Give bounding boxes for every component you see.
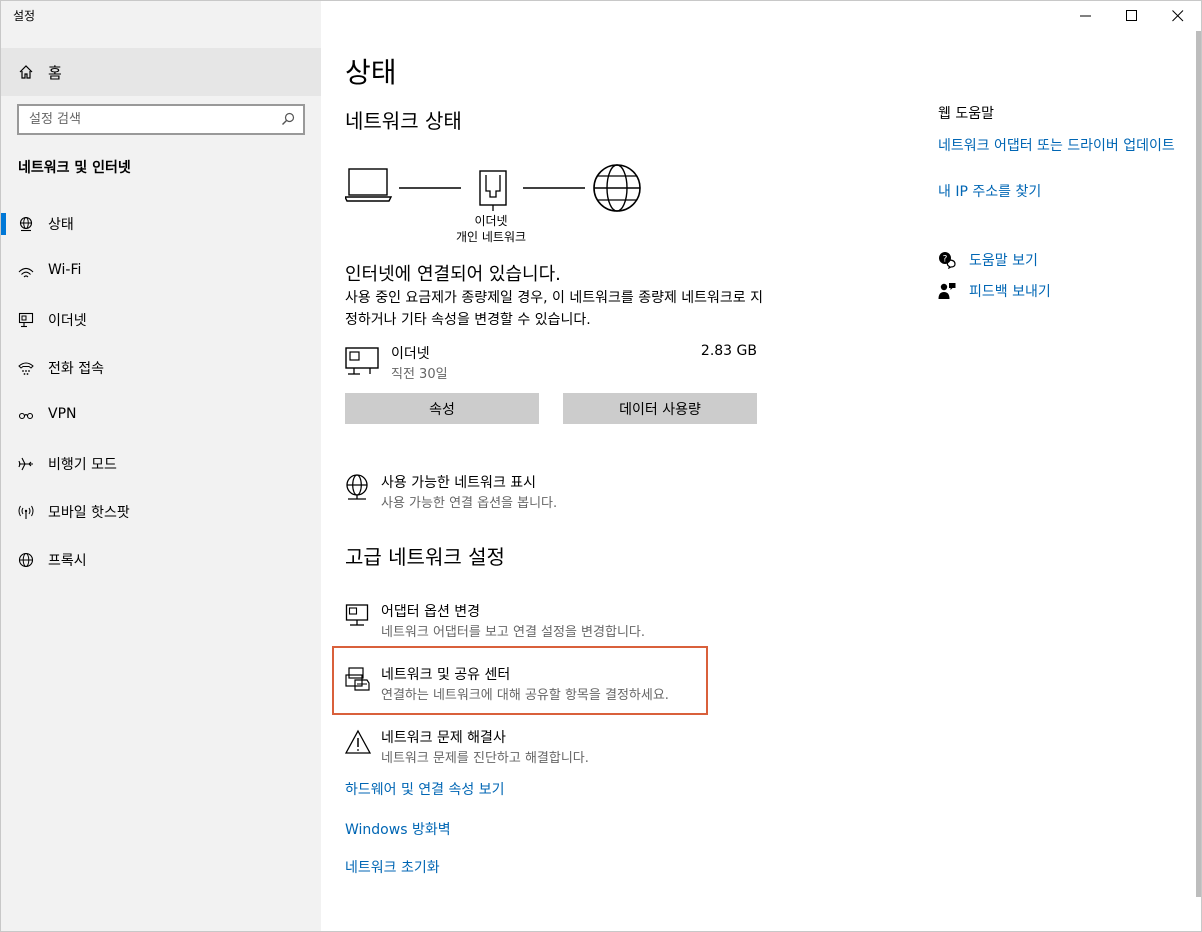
vpn-icon (18, 412, 34, 420)
send-feedback-label: 피드백 보내기 (969, 284, 1051, 300)
sidebar-home[interactable]: 홈 (1, 48, 321, 96)
ethernet-port-icon (479, 170, 507, 211)
sharing-center-icon (345, 667, 370, 691)
hardware-properties-link[interactable]: 하드웨어 및 연결 속성 보기 (345, 779, 504, 799)
sidebar-item-label: Wi-Fi (48, 262, 82, 278)
connection-status-title: 인터넷에 연결되어 있습니다. (345, 264, 561, 285)
search-box[interactable] (17, 104, 305, 135)
network-status-heading: 네트워크 상태 (345, 109, 462, 133)
data-usage-button[interactable]: 데이터 사용량 (563, 393, 757, 424)
connection-status-description: 사용 중인 요금제가 종량제일 경우, 이 네트워크를 종량제 네트워크로 지정… (345, 290, 764, 328)
network-reset-link[interactable]: 네트워크 초기화 (345, 857, 440, 877)
sidebar-item-wifi[interactable]: Wi-Fi (1, 250, 321, 294)
airplane-icon (18, 457, 33, 471)
change-adapter-options[interactable]: 어댑터 옵션 변경 네트워크 어댑터를 보고 연결 설정을 변경합니다. (345, 601, 745, 645)
wifi-icon (18, 267, 34, 278)
update-adapter-driver-link[interactable]: 네트워크 어댑터 또는 드라이버 업데이트 (938, 137, 1178, 156)
adapter-monitor-icon (345, 604, 369, 626)
sidebar-item-label: 상태 (48, 217, 74, 233)
sidebar-item-airplane[interactable]: 비행기 모드 (1, 442, 321, 486)
sidebar-item-label: 모바일 핫스팟 (48, 505, 130, 521)
page-title: 상태 (345, 56, 397, 89)
sharing-center-title: 네트워크 및 공유 센터 (381, 667, 511, 683)
sidebar-item-dialup[interactable]: 전화 접속 (1, 346, 321, 390)
sidebar-item-label: 이더넷 (48, 313, 87, 329)
adapter-options-title: 어댑터 옵션 변경 (381, 604, 481, 620)
sidebar-item-vpn[interactable]: VPN (1, 394, 321, 438)
find-ip-address-link[interactable]: 내 IP 주소를 찾기 (938, 183, 1178, 202)
home-icon (19, 65, 33, 79)
sidebar-section-title: 네트워크 및 인터넷 (18, 160, 131, 176)
show-networks-title: 사용 가능한 네트워크 표시 (381, 475, 537, 491)
troubleshooter-description: 네트워크 문제를 진단하고 해결합니다. (381, 751, 589, 766)
home-label: 홈 (48, 64, 62, 82)
search-icon[interactable] (281, 112, 295, 126)
globe-icon (593, 164, 641, 212)
sidebar-item-proxy[interactable]: 프록시 (1, 538, 321, 582)
active-indicator (1, 213, 6, 235)
search-input[interactable] (19, 106, 269, 133)
ethernet-name: 이더넷 (391, 346, 430, 362)
network-troubleshooter[interactable]: 네트워크 문제 해결사 네트워크 문제를 진단하고 해결합니다. (345, 727, 745, 771)
warning-icon (345, 729, 371, 754)
sharing-center-description: 연결하는 네트워크에 대해 공유할 항목을 결정하세요. (381, 688, 669, 703)
data-usage-amount: 2.83 GB (700, 343, 757, 359)
app-title: 설정 (13, 9, 36, 23)
settings-window: 설정 홈 네트워크 및 인터넷 상태 (0, 0, 1202, 932)
sidebar-item-ethernet[interactable]: 이더넷 (1, 298, 321, 342)
sidebar-item-label: 비행기 모드 (48, 457, 117, 473)
feedback-person-icon (938, 283, 956, 299)
get-help-label: 도움말 보기 (969, 253, 1038, 269)
diagram-network-profile: 개인 네트워크 (455, 230, 527, 244)
web-help-title: 웹 도움말 (938, 106, 994, 122)
troubleshooter-title: 네트워크 문제 해결사 (381, 730, 506, 746)
sidebar: 설정 홈 네트워크 및 인터넷 상태 (1, 1, 321, 931)
ethernet-monitor-icon (345, 347, 379, 375)
windows-firewall-link[interactable]: Windows 방화벽 (345, 819, 451, 839)
globe-network-icon (346, 474, 368, 500)
dialup-icon (18, 362, 34, 375)
sidebar-item-label: 전화 접속 (48, 361, 104, 377)
advanced-settings-heading: 고급 네트워크 설정 (345, 545, 505, 569)
globe-network-icon (19, 216, 33, 232)
usage-period: 직전 30일 (391, 367, 448, 382)
sidebar-item-hotspot[interactable]: 모바일 핫스팟 (1, 490, 321, 534)
properties-button[interactable]: 속성 (345, 393, 539, 424)
adapter-options-description: 네트워크 어댑터를 보고 연결 설정을 변경합니다. (381, 625, 645, 640)
sidebar-item-label: 프록시 (48, 553, 87, 569)
sidebar-item-status[interactable]: 상태 (1, 202, 321, 246)
svg-text:?: ? (943, 255, 948, 265)
ethernet-icon (18, 312, 34, 328)
sidebar-item-label: VPN (48, 406, 77, 422)
laptop-icon (345, 168, 393, 202)
hotspot-icon (18, 505, 34, 519)
scrollbar[interactable] (1196, 31, 1201, 897)
show-available-networks[interactable]: 사용 가능한 네트워크 표시 사용 가능한 연결 옵션을 봅니다. (345, 472, 745, 516)
diagram-connection-type: 이더넷 (474, 214, 508, 228)
network-sharing-center[interactable]: 네트워크 및 공유 센터 연결하는 네트워크에 대해 공유할 항목을 결정하세요… (345, 664, 745, 708)
ethernet-usage: 이더넷 직전 30일 2.83 GB (345, 341, 757, 385)
proxy-globe-icon (18, 552, 34, 568)
show-networks-description: 사용 가능한 연결 옵션을 봅니다. (381, 496, 558, 511)
help-chat-icon: ? (939, 252, 956, 269)
